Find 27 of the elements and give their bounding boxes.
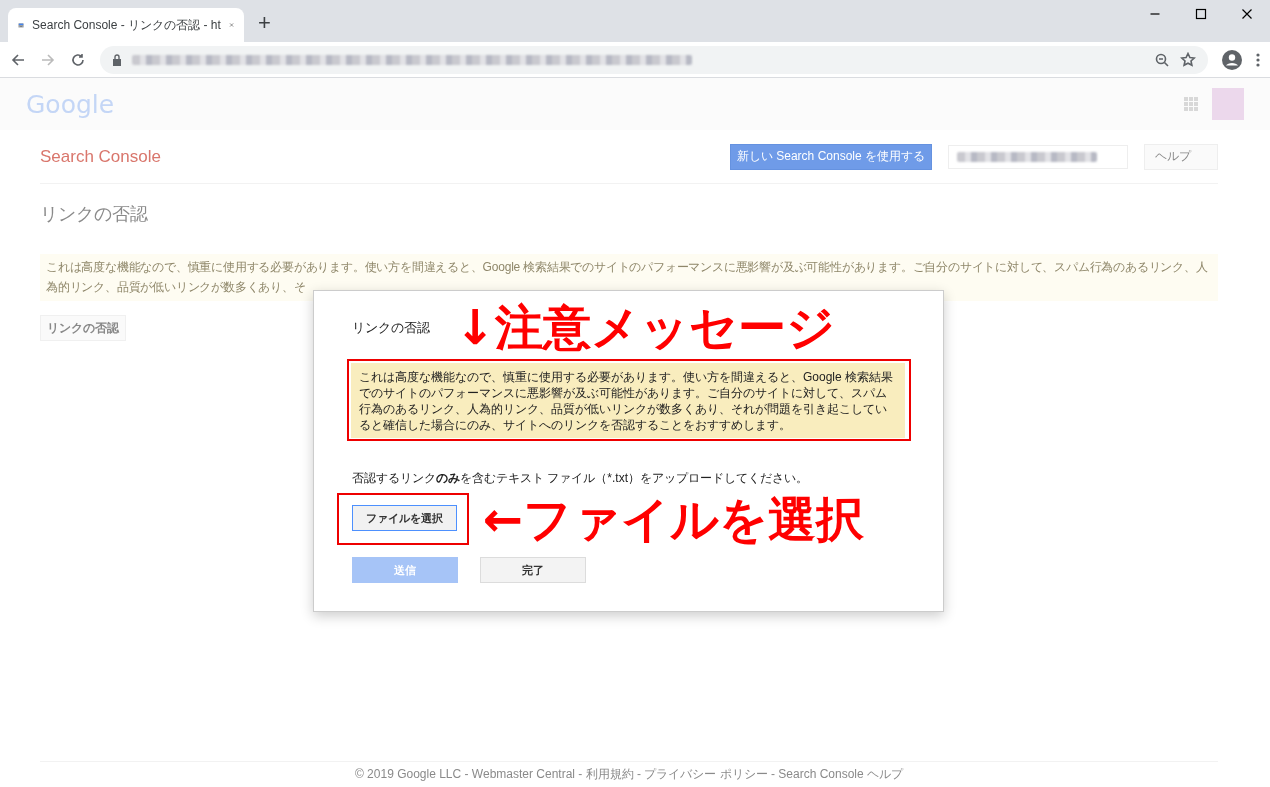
product-name[interactable]: Search Console: [40, 146, 161, 167]
new-console-button[interactable]: 新しい Search Console を使用する: [729, 143, 932, 170]
warning-text: 為的リンク、品質が低いリンクが数多くあり、そ: [46, 279, 307, 296]
reload-icon[interactable]: [70, 51, 86, 68]
maximize-icon[interactable]: [1195, 8, 1207, 20]
back-icon[interactable]: [10, 51, 26, 68]
done-button[interactable]: 完了: [480, 557, 586, 583]
account-icon[interactable]: [1222, 49, 1242, 70]
browser-tab[interactable]: Search Console - リンクの否認 - ht: [8, 8, 244, 42]
new-tab-button[interactable]: +: [258, 10, 271, 36]
warning-text: これは高度な機能なので、慎重に使用する必要があります。使い方を間違えると、Google 検索結果でのサイトのパフォーマンスに悪影響が及ぶ可能性があります。ご自分のサイトに対して、スパム行為のあるリンク、人: [46, 259, 1209, 276]
choose-file-button[interactable]: ファイルを選択: [352, 505, 457, 531]
menu-icon[interactable]: [1256, 52, 1260, 67]
annotation-text: ↓注意メッセージ: [455, 303, 836, 351]
dialog-title: リンクの否認: [352, 319, 430, 337]
page-title: リンクの否認: [40, 203, 149, 226]
tab-title: Search Console - リンクの否認 - ht: [32, 16, 221, 34]
zoom-out-icon[interactable]: [1154, 51, 1170, 68]
help-button[interactable]: ヘルプ: [1144, 143, 1218, 170]
annotation-text: ←ファイルを選択: [483, 495, 865, 543]
close-icon[interactable]: [1241, 8, 1253, 20]
disavow-button[interactable]: リンクの否認: [40, 315, 126, 341]
star-icon[interactable]: [1180, 51, 1196, 68]
upload-instruction: 否認するリンクのみを含むテキスト ファイル（*.txt）をアップロードしてください。: [352, 470, 808, 487]
footer-text: © 2019 Google LLC - Webmaster Central - 利用規約 - プライバシー ポリシー - Search Console ヘルプ: [354, 766, 904, 783]
lock-icon: [112, 53, 122, 66]
dialog-warning: これは高度な機能なので、慎重に使用する必要があります。使い方を間違えると、Google 検索結果でのサイトのパフォーマンスに悪影響が及ぶ可能性があります。ご自分のサイトに対して、スパム行為のあるリンク、人為的リンク、品質が低いリンクが数多くあり、それが問題を引き起こしていると確信した場合にのみ、サイトへのリンクを否認することをおすすめします。: [351, 363, 905, 438]
